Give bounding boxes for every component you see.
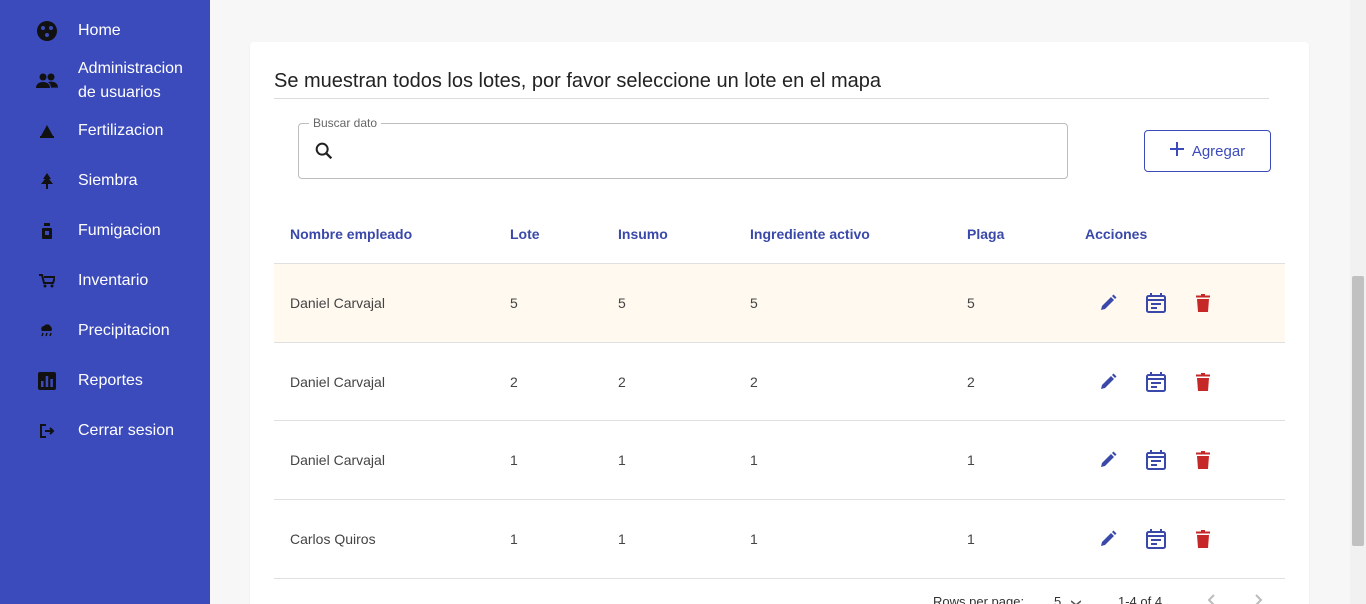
cell-plaga: 5 [967,295,975,311]
fertilizer-icon [36,120,58,142]
cell-insumo: 1 [618,452,626,468]
spray-icon [36,220,58,242]
delete-icon[interactable] [1191,291,1215,315]
delete-icon[interactable] [1191,448,1215,472]
edit-icon[interactable] [1096,291,1120,315]
column-header-plaga[interactable]: Plaga [967,226,1004,242]
sidebar-item-label: Administracion de usuarios [78,57,183,105]
table-row[interactable]: Daniel Carvajal 1 1 1 1 [274,420,1285,499]
cell-nombre: Carlos Quiros [290,531,376,547]
sidebar: Home Administracion de usuarios Fertiliz… [0,0,210,604]
sidebar-item-label-line1: Administracion [78,60,183,77]
chart-icon [36,370,58,392]
pagination-range: 1-4 of 4 [1118,594,1163,604]
rows-per-page-label: Rows per page: [933,594,1025,604]
sidebar-item-fertilizacion[interactable]: Fertilizacion [0,119,210,143]
sidebar-item-label: Fumigacion [78,222,161,239]
cell-lote: 2 [510,374,518,390]
sidebar-item-siembra[interactable]: Siembra [0,169,210,193]
sidebar-item-label: Cerrar sesion [78,422,175,439]
calendar-icon[interactable] [1144,448,1168,472]
edit-icon[interactable] [1096,527,1120,551]
cell-nombre: Daniel Carvajal [290,452,385,468]
cell-nombre: Daniel Carvajal [290,295,385,311]
users-icon [36,70,58,92]
column-header-ingrediente[interactable]: Ingrediente activo [750,226,870,242]
sidebar-item-precipitacion[interactable]: Precipitacion [0,319,210,343]
cell-nombre: Daniel Carvajal [290,374,385,390]
delete-icon[interactable] [1191,527,1215,551]
cell-plaga: 1 [967,531,975,547]
calendar-icon[interactable] [1144,370,1168,394]
sidebar-item-label: Precipitacion [78,322,170,339]
plus-icon [1169,142,1184,160]
cell-lote: 5 [510,295,518,311]
column-header-insumo[interactable]: Insumo [618,226,668,242]
page-title: Se muestran todos los lotes, por favor s… [274,70,882,92]
cell-insumo: 2 [618,374,626,390]
calendar-icon[interactable] [1144,527,1168,551]
search-icon [313,140,335,162]
search-field[interactable]: Buscar dato [298,116,1068,179]
sidebar-item-label: Siembra [78,172,138,189]
column-header-lote[interactable]: Lote [510,226,540,242]
title-divider [274,98,1269,99]
add-button-label: Agregar [1191,142,1246,160]
sidebar-item-reportes[interactable]: Reportes [0,369,210,393]
prev-page-icon[interactable] [1207,594,1217,604]
next-page-icon[interactable] [1253,594,1263,604]
sidebar-item-label-line2: de usuarios [78,84,161,101]
sidebar-item-cerrar-sesion[interactable]: Cerrar sesion [0,419,210,443]
table-row[interactable]: Daniel Carvajal 5 5 5 5 [274,263,1285,342]
add-button[interactable]: Agregar [1144,130,1271,172]
sidebar-item-label: Reportes [78,372,143,389]
search-label: Buscar dato [309,116,382,130]
table-footer-divider [274,578,1285,579]
home-icon [36,20,58,42]
sidebar-item-label: Home [78,22,121,39]
rain-icon [36,320,58,342]
logout-icon [36,420,58,442]
cart-icon [36,270,58,292]
cell-ingrediente: 1 [750,531,758,547]
edit-icon[interactable] [1096,370,1120,394]
sidebar-item-inventario[interactable]: Inventario [0,269,210,293]
table-row[interactable]: Daniel Carvajal 2 2 2 2 [274,342,1285,420]
cell-insumo: 5 [618,295,626,311]
edit-icon[interactable] [1096,448,1120,472]
chevron-down-icon[interactable] [1070,594,1082,604]
sidebar-item-home[interactable]: Home [0,19,210,43]
cell-insumo: 1 [618,531,626,547]
cell-plaga: 1 [967,452,975,468]
search-input[interactable] [345,136,1045,166]
sidebar-item-label: Inventario [78,272,149,289]
lotes-card: Se muestran todos los lotes, por favor s… [250,42,1309,604]
sidebar-item-label: Fertilizacion [78,122,164,139]
cell-ingrediente: 2 [750,374,758,390]
column-header-acciones: Acciones [1085,226,1148,242]
page-scrollbar[interactable] [1350,0,1366,604]
calendar-icon[interactable] [1144,291,1168,315]
cell-lote: 1 [510,531,518,547]
table-row[interactable]: Carlos Quiros 1 1 1 1 [274,499,1285,578]
tree-icon [36,170,58,192]
sidebar-item-fumigacion[interactable]: Fumigacion [0,219,210,243]
scrollbar-thumb[interactable] [1352,276,1364,546]
cell-plaga: 2 [967,374,975,390]
main-content: Se muestran todos los lotes, por favor s… [210,0,1350,604]
cell-lote: 1 [510,452,518,468]
delete-icon[interactable] [1191,370,1215,394]
rows-per-page-select[interactable]: 5 [1054,594,1061,604]
sidebar-item-users[interactable]: Administracion de usuarios [0,57,210,105]
cell-ingrediente: 5 [750,295,758,311]
column-header-nombre[interactable]: Nombre empleado [290,226,412,242]
cell-ingrediente: 1 [750,452,758,468]
